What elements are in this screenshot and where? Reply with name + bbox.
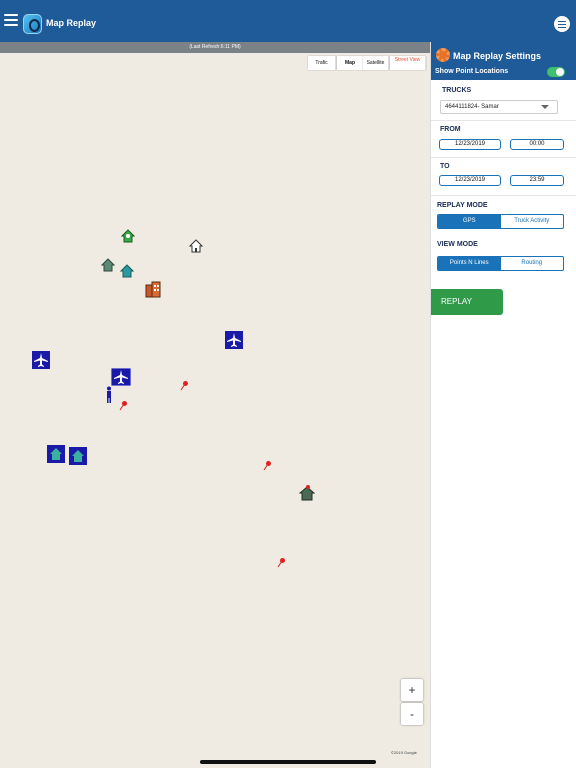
chevron-down-icon: [541, 105, 549, 109]
replay-button[interactable]: REPLAY: [431, 289, 503, 315]
map-copyright: ©2019 Google: [391, 750, 417, 755]
pin-marker-icon[interactable]: [118, 400, 128, 411]
trucks-label: TRUCKS: [442, 87, 472, 94]
replay-mode-label: REPLAY MODE: [437, 202, 488, 209]
truck-select-value: 4644111824- Samar: [445, 104, 499, 110]
gear-icon: [436, 48, 450, 62]
list-menu-icon[interactable]: [554, 16, 570, 32]
airport-marker-icon[interactable]: [111, 368, 131, 386]
to-time-field[interactable]: 23:59: [510, 175, 564, 186]
map-type-traffic-button[interactable]: Trafic: [308, 56, 336, 70]
replay-settings-panel: Map Replay Settings Show Point Locations…: [430, 42, 576, 768]
show-point-locations-label: Show Point Locations: [435, 68, 509, 75]
zoom-out-button[interactable]: -: [401, 703, 423, 725]
app-title: Map Replay: [46, 18, 97, 28]
pin-marker-icon[interactable]: [179, 380, 189, 391]
from-time-field[interactable]: 00:00: [510, 139, 564, 150]
building-marker-icon[interactable]: [145, 281, 161, 298]
map-type-map-button[interactable]: Map: [337, 56, 364, 70]
home-marker-icon[interactable]: [121, 229, 135, 243]
last-refresh-bar: (Last Refresh:6:11 PM): [0, 42, 430, 53]
airport-marker-icon[interactable]: [225, 331, 243, 349]
show-point-locations-toggle[interactable]: [547, 67, 565, 77]
house-marker-icon[interactable]: [69, 447, 87, 465]
house-marker-icon[interactable]: [47, 445, 65, 463]
top-bar: Map Replay: [0, 0, 576, 42]
view-mode-label: VIEW MODE: [437, 241, 478, 248]
replay-mode-segmented-control: GPS Truck Activity: [437, 214, 564, 229]
person-marker-icon[interactable]: [105, 386, 113, 403]
pin-marker-icon[interactable]: [276, 557, 286, 568]
panel-title: Map Replay Settings: [453, 51, 542, 61]
hamburger-menu-icon[interactable]: [4, 14, 18, 26]
map-type-satellite-button[interactable]: Satellite: [363, 56, 389, 70]
truck-select[interactable]: 4644111824- Samar: [440, 100, 558, 114]
house-outline-marker-icon[interactable]: [189, 239, 203, 253]
airport-marker-icon[interactable]: [32, 351, 50, 369]
to-label: TO: [440, 163, 450, 170]
app-logo: [23, 14, 42, 34]
from-label: FROM: [440, 126, 461, 133]
divider: [431, 120, 576, 121]
divider: [431, 157, 576, 158]
divider: [431, 195, 576, 196]
street-view-button[interactable]: Street View: [390, 56, 426, 70]
house-marker-icon[interactable]: [120, 264, 134, 278]
replay-mode-truck-activity[interactable]: Truck Activity: [501, 215, 564, 228]
view-mode-segmented-control: Points N Lines Routing: [437, 256, 564, 271]
to-date-field[interactable]: 12/23/2019: [439, 175, 501, 186]
map-view[interactable]: (Last Refresh:6:11 PM) Trafic Map Satell…: [0, 42, 430, 768]
replay-mode-gps[interactable]: GPS: [438, 215, 501, 228]
house-marker-icon[interactable]: [299, 485, 315, 501]
pin-marker-icon[interactable]: [262, 460, 272, 471]
home-indicator[interactable]: [200, 760, 376, 764]
house-marker-icon[interactable]: [101, 258, 115, 272]
zoom-in-button[interactable]: +: [401, 679, 423, 701]
from-date-field[interactable]: 12/23/2019: [439, 139, 501, 150]
panel-header: Map Replay Settings Show Point Locations: [431, 42, 576, 80]
view-mode-routing[interactable]: Routing: [501, 257, 564, 270]
view-mode-points-n-lines[interactable]: Points N Lines: [438, 257, 501, 270]
